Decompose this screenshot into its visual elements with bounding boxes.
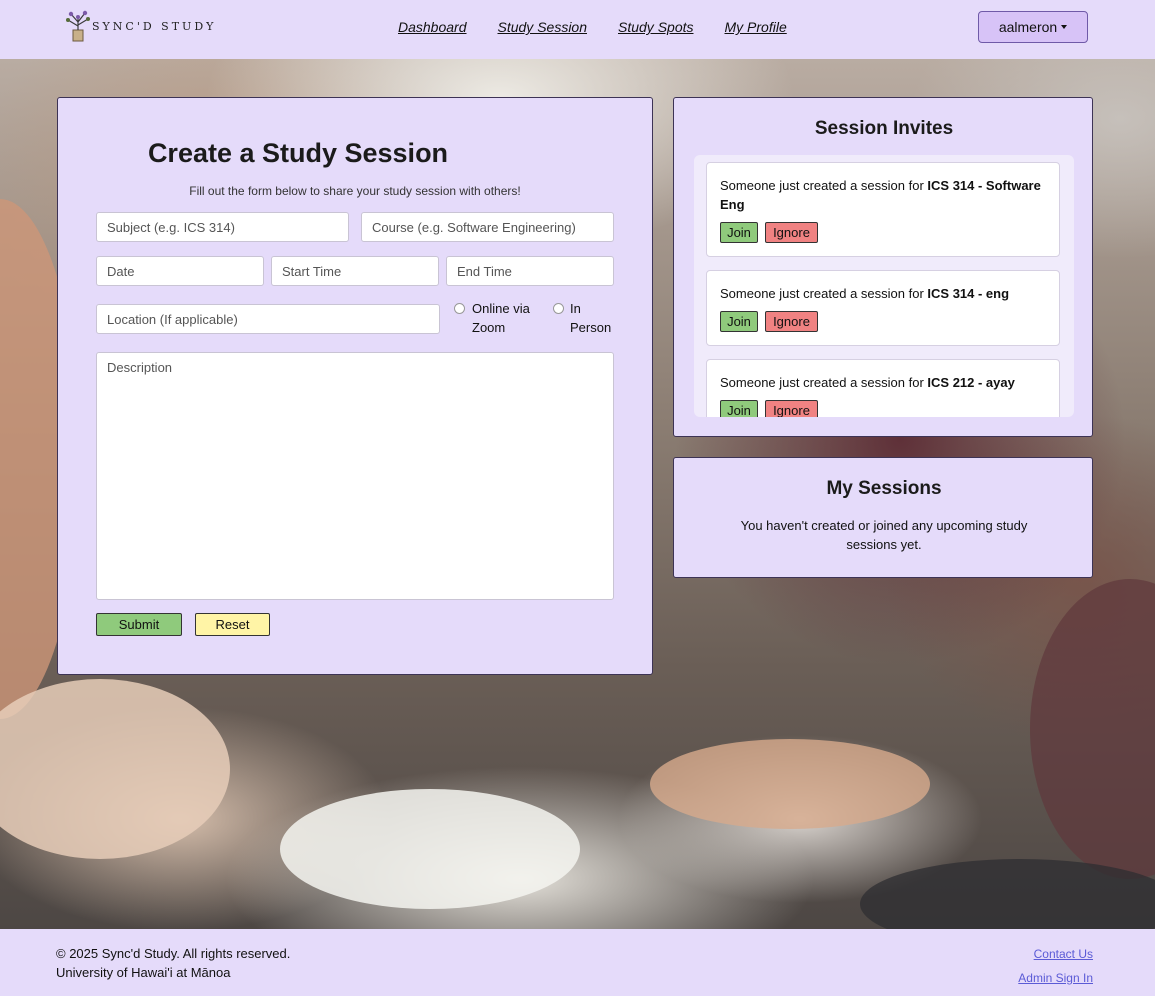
nav-link-my-profile[interactable]: My Profile	[725, 19, 787, 35]
create-session-title: Create a Study Session	[147, 138, 449, 168]
main-nav: Dashboard Study Session Study Spots My P…	[398, 19, 787, 35]
join-button[interactable]: Join	[720, 400, 758, 417]
nav-link-study-session[interactable]: Study Session	[498, 19, 588, 35]
in-person-label-line2: Person	[570, 320, 612, 335]
logo[interactable]: SYNC'D STUDY	[64, 8, 213, 42]
caret-down-icon	[1061, 25, 1068, 29]
join-button[interactable]: Join	[720, 222, 758, 243]
invite-item: Someone just created a session for ICS 3…	[706, 162, 1060, 257]
invite-item: Someone just created a session for ICS 3…	[706, 270, 1060, 346]
nav-link-dashboard[interactable]: Dashboard	[398, 19, 467, 35]
session-invites-title: Session Invites	[814, 118, 954, 139]
my-sessions-title: My Sessions	[826, 478, 942, 499]
my-sessions-empty-text: You haven't created or joined any upcomi…	[740, 518, 1028, 552]
invites-scroll-list[interactable]: Someone just created a session for ICS 3…	[694, 155, 1074, 417]
online-zoom-label-line2: Zoom	[472, 320, 506, 335]
admin-sign-in-link[interactable]: Admin Sign In	[1018, 966, 1093, 990]
join-button[interactable]: Join	[720, 311, 758, 332]
subject-input[interactable]: Subject (e.g. ICS 314)	[96, 212, 349, 242]
date-input[interactable]: Date	[96, 256, 264, 286]
invite-message: Someone just created a session for ICS 3…	[720, 284, 1050, 303]
user-name: aalmeron	[998, 19, 1058, 35]
create-session-subtitle: Fill out the form below to share your st…	[189, 184, 521, 198]
footer-copyright: © 2025 Sync'd Study. All rights reserved…	[56, 946, 291, 961]
online-zoom-label: Online via Zoom	[472, 299, 530, 337]
submit-button[interactable]: Submit	[96, 613, 182, 636]
course-input[interactable]: Course (e.g. Software Engineering)	[361, 212, 614, 242]
logo-text: SYNC'D STUDY	[92, 20, 217, 33]
invite-message: Someone just created a session for ICS 2…	[720, 373, 1050, 392]
nav-link-study-spots[interactable]: Study Spots	[618, 19, 694, 35]
navbar: SYNC'D STUDY Dashboard Study Session Stu…	[0, 0, 1155, 59]
invite-course: ICS 314 - eng	[927, 286, 1010, 301]
end-time-input[interactable]: End Time	[446, 256, 614, 286]
footer: © 2025 Sync'd Study. All rights reserved…	[0, 929, 1155, 996]
in-person-label: In Person	[570, 299, 611, 337]
invite-message-prefix: Someone just created a session for	[720, 375, 924, 390]
start-time-input[interactable]: Start Time	[271, 256, 439, 286]
in-person-radio[interactable]	[553, 303, 564, 314]
contact-us-link[interactable]: Contact Us	[1018, 942, 1093, 966]
invite-message-prefix: Someone just created a session for	[720, 286, 924, 301]
user-menu-button[interactable]: aalmeron	[978, 11, 1088, 43]
location-input[interactable]: Location (If applicable)	[96, 304, 440, 334]
ignore-button[interactable]: Ignore	[765, 400, 818, 417]
session-invites-card: Session Invites Someone just created a s…	[673, 97, 1093, 437]
in-person-label-line1: In	[570, 301, 581, 316]
ignore-button[interactable]: Ignore	[765, 222, 818, 243]
online-zoom-label-line1: Online via	[472, 301, 530, 316]
invite-message-prefix: Someone just created a session for	[720, 178, 924, 193]
plant-logo-icon	[66, 10, 90, 42]
ignore-button[interactable]: Ignore	[765, 311, 818, 332]
invite-course: ICS 212 - ayay	[927, 375, 1015, 390]
my-sessions-card: My Sessions You haven't created or joine…	[673, 457, 1093, 578]
footer-university: University of Hawai'i at Mānoa	[56, 965, 231, 980]
invite-item: Someone just created a session for ICS 2…	[706, 359, 1060, 417]
online-zoom-radio[interactable]	[454, 303, 465, 314]
reset-button[interactable]: Reset	[195, 613, 270, 636]
footer-links: Contact Us Admin Sign In	[1018, 942, 1093, 990]
footer-copyright-block: © 2025 Sync'd Study. All rights reserved…	[56, 944, 290, 982]
description-textarea[interactable]: Description	[96, 352, 614, 600]
invite-message: Someone just created a session for ICS 3…	[720, 176, 1050, 214]
